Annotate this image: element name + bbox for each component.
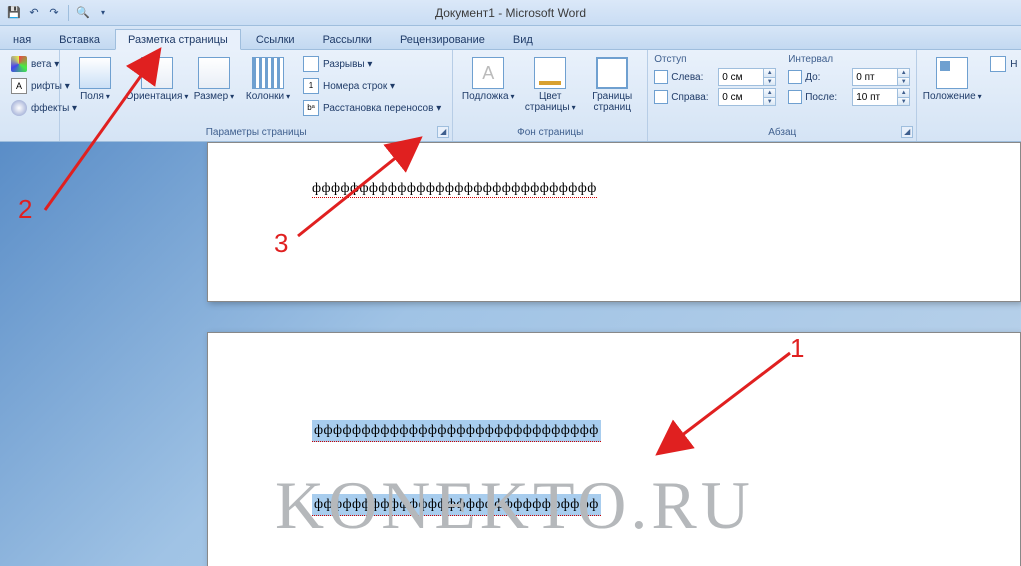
group-arrange-label: [923, 125, 1021, 141]
size-icon: [198, 57, 230, 89]
group-page-bg-label: Фон страницы: [459, 125, 641, 141]
margins-icon: [79, 57, 111, 89]
spin-up[interactable]: ▲: [897, 89, 909, 97]
text-line-sel-2[interactable]: фффффффффффффффффффффффффффффф: [312, 497, 601, 513]
undo-icon[interactable]: ↶: [26, 5, 42, 21]
ribbon-tabs: ная Вставка Разметка страницы Ссылки Рас…: [0, 26, 1021, 50]
breaks-icon: [303, 56, 319, 72]
columns-icon: [252, 57, 284, 89]
wrap-icon: [990, 56, 1006, 72]
annotation-number-3: 3: [274, 228, 288, 259]
indent-left-label: Слева:: [671, 72, 715, 83]
spacing-after-label: После:: [805, 92, 849, 103]
position-icon: [936, 57, 968, 89]
qat-dropdown-icon[interactable]: ▾: [95, 5, 111, 21]
margins-button[interactable]: Поля: [66, 54, 124, 105]
line-numbers-button[interactable]: 1Номера строк ▾: [298, 76, 446, 96]
fonts-icon: A: [11, 78, 27, 94]
indent-right-input[interactable]: [719, 91, 763, 104]
group-themes-label: [6, 125, 53, 141]
preview-icon[interactable]: 🔍: [75, 5, 91, 21]
save-icon[interactable]: 💾: [6, 5, 22, 21]
spacing-before-icon: [788, 70, 802, 84]
indent-left-input[interactable]: [719, 71, 763, 84]
hyphenation-icon: bᵃ: [303, 100, 319, 116]
columns-button[interactable]: Колонки: [242, 54, 294, 105]
page-borders-button[interactable]: Границы страниц: [583, 54, 641, 116]
tab-page-layout[interactable]: Разметка страницы: [115, 29, 241, 50]
indent-right-spinner[interactable]: ▲▼: [718, 88, 776, 106]
indent-right-label: Справа:: [671, 92, 715, 103]
wrap-button[interactable]: Н: [985, 54, 1021, 74]
spin-down[interactable]: ▼: [897, 97, 909, 105]
palette-icon: [11, 56, 27, 72]
tab-review[interactable]: Рецензирование: [387, 29, 498, 49]
indent-left-spinner[interactable]: ▲▼: [718, 68, 776, 86]
spacing-before-input[interactable]: [853, 71, 897, 84]
page-color-icon: [534, 57, 566, 89]
spacing-header: Интервал: [788, 54, 910, 65]
group-page-setup-label: Параметры страницы: [66, 125, 446, 141]
watermark-icon: [472, 57, 504, 89]
tab-home[interactable]: ная: [0, 29, 44, 49]
page-2[interactable]: фффффффффффффффффффффффффффффф ффффффффф…: [207, 332, 1021, 566]
tab-mailings[interactable]: Рассылки: [310, 29, 385, 49]
spacing-after-spinner[interactable]: ▲▼: [852, 88, 910, 106]
page-setup-dialog-launcher[interactable]: ◢: [437, 126, 449, 138]
group-page-setup: Поля Ориентация Размер Колонки Разрывы ▾…: [60, 50, 453, 141]
spin-down[interactable]: ▼: [763, 97, 775, 105]
spin-down[interactable]: ▼: [897, 77, 909, 85]
orientation-button[interactable]: Ориентация: [128, 54, 186, 105]
spin-down[interactable]: ▼: [763, 77, 775, 85]
position-button[interactable]: Положение: [923, 54, 981, 105]
spacing-before-spinner[interactable]: ▲▼: [852, 68, 910, 86]
document-canvas[interactable]: фффффффффффффффффффффффффффффф ффффффффф…: [0, 142, 1021, 566]
spin-up[interactable]: ▲: [763, 69, 775, 77]
spacing-after-input[interactable]: [853, 91, 897, 104]
spacing-panel: Интервал До: ▲▼ После: ▲▼: [788, 54, 910, 106]
separator: [68, 5, 69, 21]
group-paragraph-label: Абзац: [654, 125, 910, 141]
annotation-number-2: 2: [18, 194, 32, 225]
tab-references[interactable]: Ссылки: [243, 29, 308, 49]
indent-right-icon: [654, 90, 668, 104]
effects-icon: [11, 100, 27, 116]
window-title: Документ1 - Microsoft Word: [0, 6, 1021, 20]
title-bar: 💾 ↶ ↷ 🔍 ▾ Документ1 - Microsoft Word: [0, 0, 1021, 26]
annotation-number-1: 1: [790, 333, 804, 364]
orientation-icon: [141, 57, 173, 89]
paragraph-dialog-launcher[interactable]: ◢: [901, 126, 913, 138]
tab-view[interactable]: Вид: [500, 29, 546, 49]
text-line-1[interactable]: фффффффффффффффффффффффффффффф: [312, 181, 597, 198]
breaks-button[interactable]: Разрывы ▾: [298, 54, 446, 74]
redo-icon[interactable]: ↷: [46, 5, 62, 21]
page-color-button[interactable]: Цвет страницы: [521, 54, 579, 116]
indent-left-icon: [654, 70, 668, 84]
page-borders-icon: [596, 57, 628, 89]
spacing-after-icon: [788, 90, 802, 104]
group-arrange: Положение Н: [917, 50, 1021, 141]
ribbon: вета ▾ Aрифты ▾ ффекты ▾ Поля Ориентация…: [0, 50, 1021, 142]
tab-insert[interactable]: Вставка: [46, 29, 113, 49]
indent-panel: Отступ Слева: ▲▼ Справа: ▲▼: [654, 54, 776, 106]
quick-access-toolbar: 💾 ↶ ↷ 🔍 ▾: [6, 5, 111, 21]
spacing-before-label: До:: [805, 72, 849, 83]
group-themes: вета ▾ Aрифты ▾ ффекты ▾: [0, 50, 60, 141]
indent-header: Отступ: [654, 54, 776, 65]
group-page-background: Подложка Цвет страницы Границы страниц Ф…: [453, 50, 648, 141]
hyphenation-button[interactable]: bᵃРасстановка переносов ▾: [298, 98, 446, 118]
spin-up[interactable]: ▲: [897, 69, 909, 77]
group-paragraph: Отступ Слева: ▲▼ Справа: ▲▼: [648, 50, 917, 141]
text-line-sel-1[interactable]: фффффффффффффффффффффффффффффф: [312, 423, 601, 439]
page-1[interactable]: фффффффффффффффффффффффффффффф: [207, 142, 1021, 302]
watermark-button[interactable]: Подложка: [459, 54, 517, 105]
size-button[interactable]: Размер: [190, 54, 238, 105]
line-numbers-icon: 1: [303, 78, 319, 94]
spin-up[interactable]: ▲: [763, 89, 775, 97]
